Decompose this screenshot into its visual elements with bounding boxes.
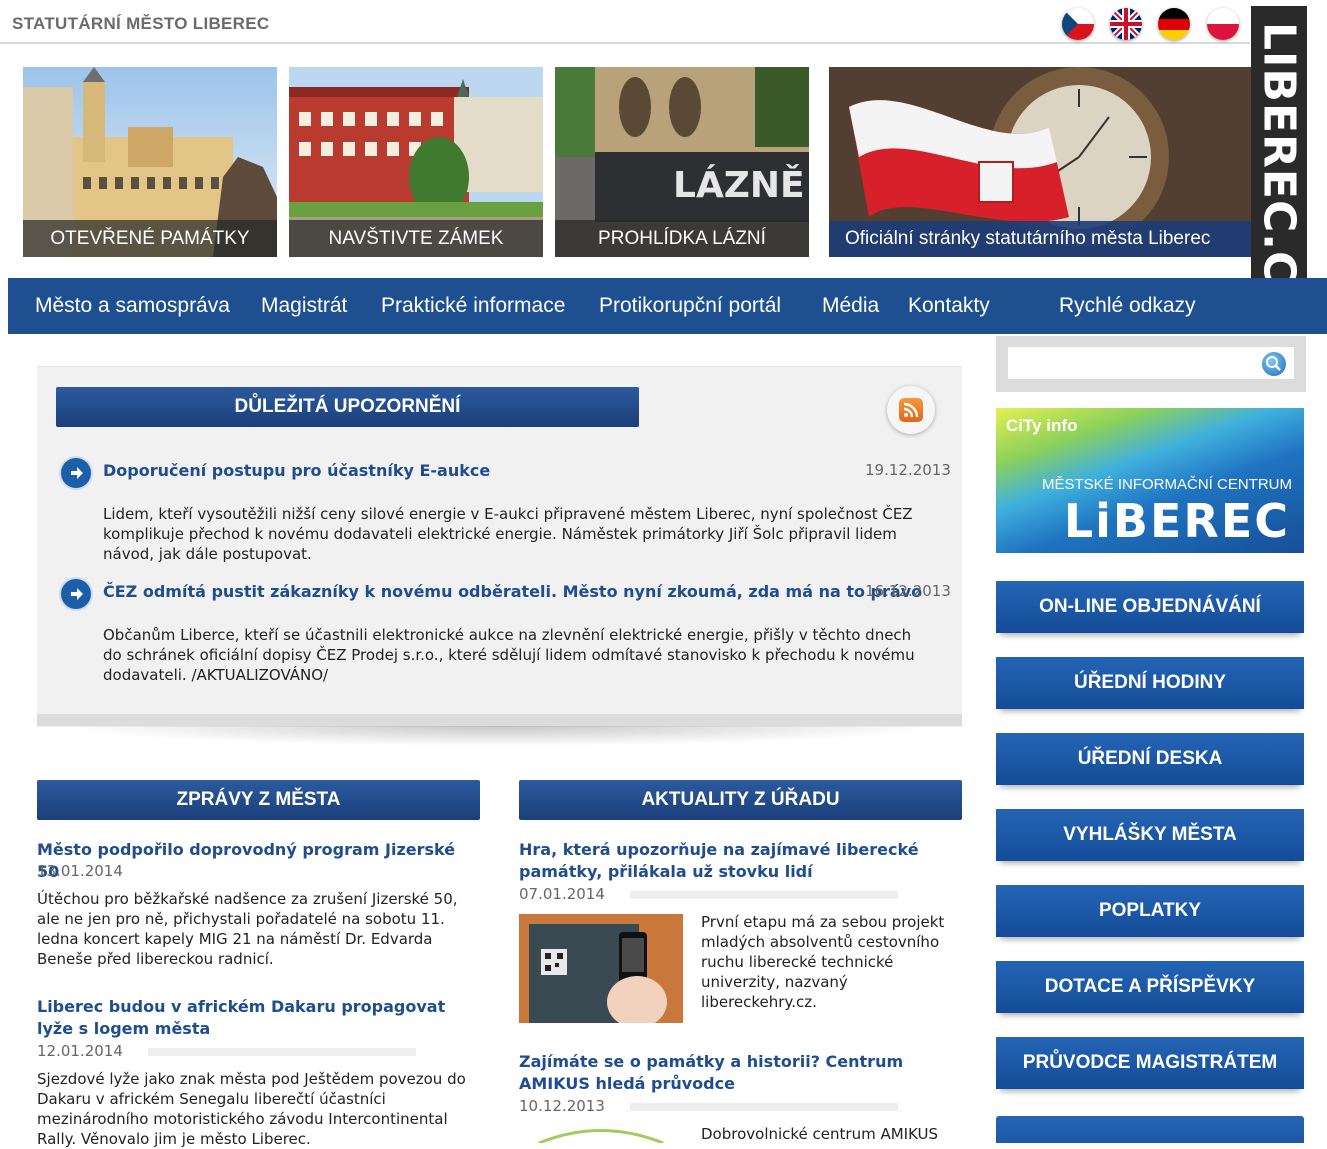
fees-button[interactable]: POPLATKY — [996, 885, 1304, 937]
city-news-date: 12.01.2014 — [37, 1042, 123, 1060]
city-info-banner[interactable]: CiTy info MĚSTSKÉ INFORMAČNÍ CENTRUM LiB… — [996, 408, 1304, 553]
banner-spa-tour[interactable]: LÁZNĚ PROHLÍDKA LÁZNÍ — [555, 67, 809, 257]
side-button-partial[interactable] — [996, 1116, 1304, 1143]
qr-phone-thumbnail[interactable] — [519, 914, 683, 1023]
office-news-heading: AKTUALITY Z ÚŘADU — [519, 780, 962, 820]
banner-label: OTEVŘENÉ PAMÁTKY — [23, 220, 277, 257]
office-news-date: 07.01.2014 — [519, 885, 605, 903]
important-notices-heading: DŮLEŽITÁ UPOZORNĚNÍ — [56, 387, 639, 427]
official-board-button[interactable]: ÚŘEDNÍ DESKA — [996, 733, 1304, 785]
office-hours-button[interactable]: ÚŘEDNÍ HODINY — [996, 657, 1304, 709]
banner-open-monuments[interactable]: OTEVŘENÉ PAMÁTKY — [23, 67, 277, 257]
arrow-right-icon[interactable] — [61, 579, 91, 609]
notice-text: Lidem, kteří vysoutěžili nižší ceny silo… — [103, 505, 913, 563]
header-divider — [0, 42, 1250, 44]
office-news-text: První etapu má za sebou projekt mladých … — [701, 913, 945, 1011]
city-news-text: Sjezdové lyže jako znak města pod Ještěd… — [37, 1070, 466, 1148]
city-news-link[interactable]: Liberec budou v africkém Dakaru propagov… — [37, 996, 477, 1040]
logo-text: LIBEREC.CZ — [1253, 22, 1305, 318]
city-news-date: 13.01.2014 — [37, 862, 123, 880]
site-name[interactable]: STATUTÁRNÍ MĚSTO LIBEREC — [12, 14, 269, 34]
date-divider — [630, 891, 898, 899]
nav-item-practical-info[interactable]: Praktické informace — [381, 278, 565, 334]
search-input[interactable] — [1008, 347, 1294, 379]
arrow-right-icon[interactable] — [61, 458, 91, 488]
online-booking-button[interactable]: ON-LINE OBJEDNÁVÁNÍ — [996, 581, 1304, 633]
notice-link[interactable]: ČEZ odmítá pustit zákazníky k novému odb… — [103, 582, 922, 601]
grants-button[interactable]: DOTACE A PŘÍSPĚVKY — [996, 961, 1304, 1013]
office-news-text: Dobrovolnické centrum AMIKUS — [701, 1125, 939, 1143]
search-icon[interactable] — [1262, 352, 1286, 376]
polish-flag-icon[interactable] — [1207, 8, 1239, 40]
city-news-text: Útěchou pro běžkařské nadšence za zrušen… — [37, 890, 458, 968]
office-news-link[interactable]: Zajímáte se o památky a historii? Centru… — [519, 1051, 949, 1095]
notice-text: Občanům Liberce, kteří se účastnili elek… — [103, 626, 915, 684]
hero-banner[interactable]: Oficiální stránky statutárního města Lib… — [829, 67, 1251, 257]
rss-icon[interactable] — [887, 386, 935, 434]
city-news-heading: ZPRÁVY Z MĚSTA — [37, 780, 480, 820]
notice-link[interactable]: Doporučení postupu pro účastníky E-aukce — [103, 461, 490, 480]
nav-item-media[interactable]: Média — [822, 278, 879, 334]
city-decrees-button[interactable]: VYHLÁŠKY MĚSTA — [996, 809, 1304, 861]
czech-flag-icon[interactable] — [1062, 8, 1094, 40]
date-divider — [630, 1103, 898, 1111]
nav-item-city-government[interactable]: Město a samospráva — [35, 278, 230, 334]
city-info-name: LiBEREC — [1063, 494, 1290, 548]
office-news-link[interactable]: Hra, která upozorňuje na zajímavé libere… — [519, 839, 939, 883]
notice-date: 19.12.2013 — [865, 461, 951, 479]
banner-label: PROHLÍDKA LÁZNÍ — [555, 220, 809, 257]
banner-visit-chateau[interactable]: NAVŠTIVTE ZÁMEK — [289, 67, 543, 257]
panel-shadow — [60, 726, 940, 746]
notice-date: 16.12.2013 — [865, 582, 951, 600]
amikus-thumbnail[interactable] — [519, 1124, 683, 1143]
banner-label: NAVŠTIVTE ZÁMEK — [289, 220, 543, 257]
spa-sign: LÁZNĚ — [673, 164, 805, 206]
nav-item-contacts[interactable]: Kontakty — [908, 278, 990, 334]
city-info-tag: CiTy info — [1006, 416, 1078, 435]
nav-item-magistrate[interactable]: Magistrát — [261, 278, 347, 334]
nav-item-anticorruption[interactable]: Protikorupční portál — [599, 278, 781, 334]
hero-caption: Oficiální stránky statutárního města Lib… — [829, 221, 1251, 257]
office-news-date: 10.12.2013 — [519, 1097, 605, 1115]
uk-flag-icon[interactable] — [1110, 8, 1142, 40]
nav-item-quick-links[interactable]: Rychlé odkazy — [1059, 278, 1196, 334]
magistrate-guide-button[interactable]: PRŮVODCE MAGISTRÁTEM — [996, 1037, 1304, 1089]
city-info-subtitle: MĚSTSKÉ INFORMAČNÍ CENTRUM — [1041, 476, 1292, 493]
date-divider — [148, 1048, 416, 1056]
panel-bottom-strip — [37, 714, 962, 726]
german-flag-icon[interactable] — [1158, 8, 1190, 40]
